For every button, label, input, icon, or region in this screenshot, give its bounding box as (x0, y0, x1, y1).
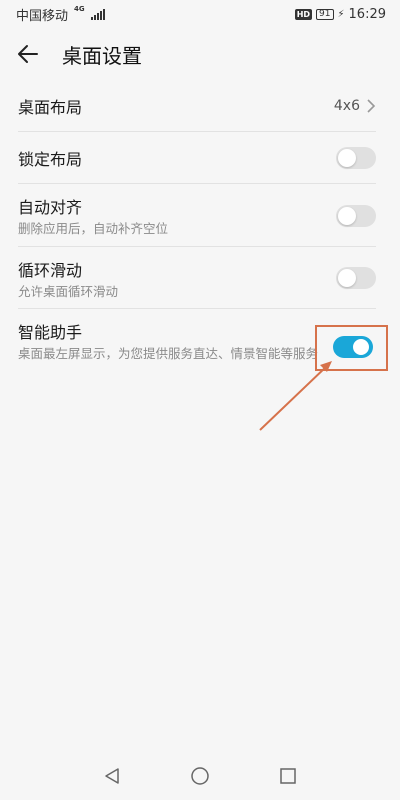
nav-back-button[interactable] (99, 763, 125, 789)
annotation-arrow-icon (259, 361, 332, 431)
lock-layout-toggle[interactable] (336, 147, 376, 169)
status-bar: 中国移动 4G HD 91 ⚡ 16:29 (0, 0, 400, 28)
nav-home-button[interactable] (187, 763, 213, 789)
setting-title: 自动对齐 (18, 198, 83, 217)
page-title: 桌面设置 (62, 43, 142, 68)
app-bar: 桌面设置 (0, 28, 400, 80)
setting-description: 删除应用后，自动补齐空位 (18, 221, 169, 236)
battery-level: 91 (319, 8, 331, 19)
setting-title: 智能助手 (18, 323, 83, 342)
hd-badge: HD (294, 8, 313, 20)
layout-value: 4x6 (333, 98, 360, 114)
clock: 16:29 (348, 6, 386, 22)
status-left: 中国移动 4G (16, 5, 105, 24)
chevron-right-icon (367, 99, 376, 113)
network-type: 4G (74, 4, 85, 13)
signal-icon (90, 8, 105, 20)
setting-title: 桌面布局 (18, 98, 83, 117)
carrier-name: 中国移动 (16, 8, 69, 24)
square-recent-icon (280, 768, 296, 784)
back-button[interactable] (0, 28, 56, 80)
battery-icon: 91 (316, 8, 334, 20)
setting-desktop-layout[interactable]: 桌面布局 4x6 (0, 80, 400, 132)
setting-title: 锁定布局 (18, 150, 83, 169)
setting-loop-scroll[interactable]: 循环滑动 允许桌面循环滑动 (0, 247, 400, 309)
setting-auto-align[interactable]: 自动对齐 删除应用后，自动补齐空位 (0, 184, 400, 247)
circle-home-icon (191, 767, 209, 785)
system-nav-bar (0, 752, 400, 800)
arrow-left-icon (18, 45, 38, 63)
loop-scroll-toggle[interactable] (336, 267, 376, 289)
auto-align-toggle[interactable] (336, 204, 376, 227)
nav-recent-button[interactable] (275, 763, 301, 789)
setting-lock-layout[interactable]: 锁定布局 (0, 132, 400, 184)
setting-title: 循环滑动 (18, 260, 83, 280)
setting-description: 允许桌面循环滑动 (18, 283, 119, 299)
status-right: HD 91 ⚡ 16:29 (294, 6, 386, 22)
charging-icon: ⚡ (337, 8, 345, 20)
triangle-back-icon (105, 768, 119, 784)
